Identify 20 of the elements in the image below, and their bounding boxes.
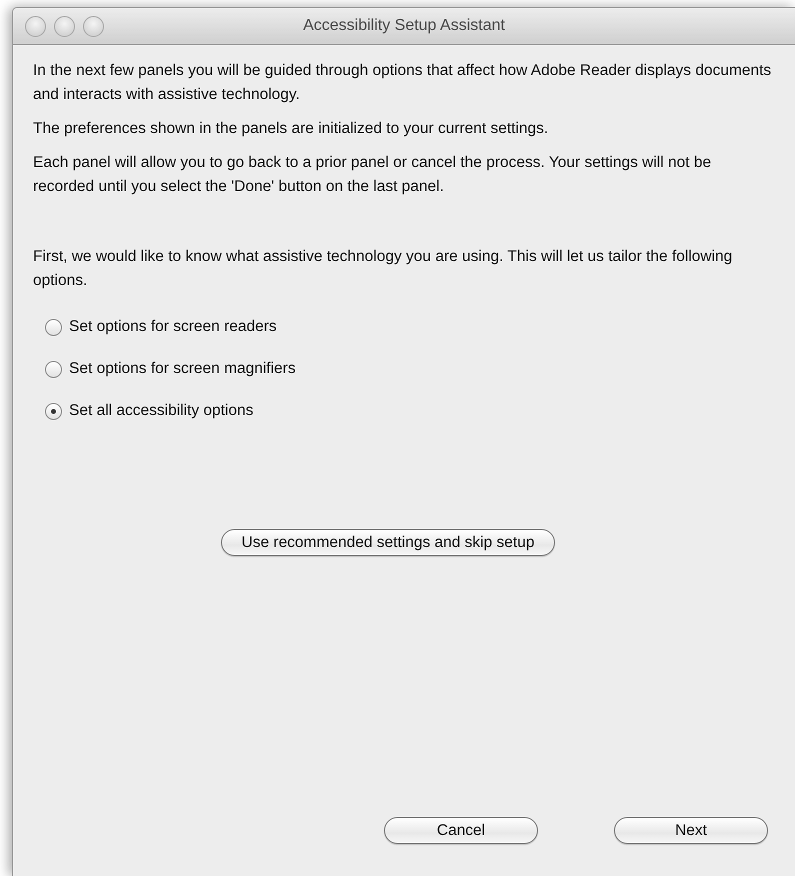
option-label: Set options for screen readers [69,317,277,338]
intro-paragraph: The preferences shown in the panels are initialized to your current settings. [33,119,550,139]
radio-button[interactable] [45,402,62,420]
radio-option[interactable]: Set options for screen readers [45,309,277,345]
option-label: Set all accessibility options [69,401,254,422]
intro-paragraph: In the next few panels you will be guided through options that affect how Adobe Reader displays documents and interacts with assistive technology. [33,61,772,105]
next-button[interactable]: Next [614,817,768,844]
intro-paragraph: Each panel will allow you to go back to a prior panel or cancel the process. Your settings will not be recorded until you select the 'Done' button on the last panel. [33,153,712,197]
cancel-button[interactable]: Cancel [384,817,538,844]
window-title: Accessibility Setup Assistant [303,17,505,34]
radio-button[interactable] [45,360,62,378]
radio-button[interactable] [45,318,62,336]
minimize-button[interactable] [54,16,75,36]
option-label: Set options for screen magnifiers [69,359,296,380]
question-text: First, we would like to know what assistive technology you are using. This will let us tailor the following options. [33,247,734,291]
zoom-button[interactable] [83,16,104,36]
radio-option[interactable]: Set options for screen magnifiers [45,351,296,387]
skip-setup-button[interactable]: Use recommended settings and skip setup [220,529,556,556]
close-button[interactable] [25,16,46,36]
radio-option[interactable]: Set all accessibility options [45,393,254,429]
